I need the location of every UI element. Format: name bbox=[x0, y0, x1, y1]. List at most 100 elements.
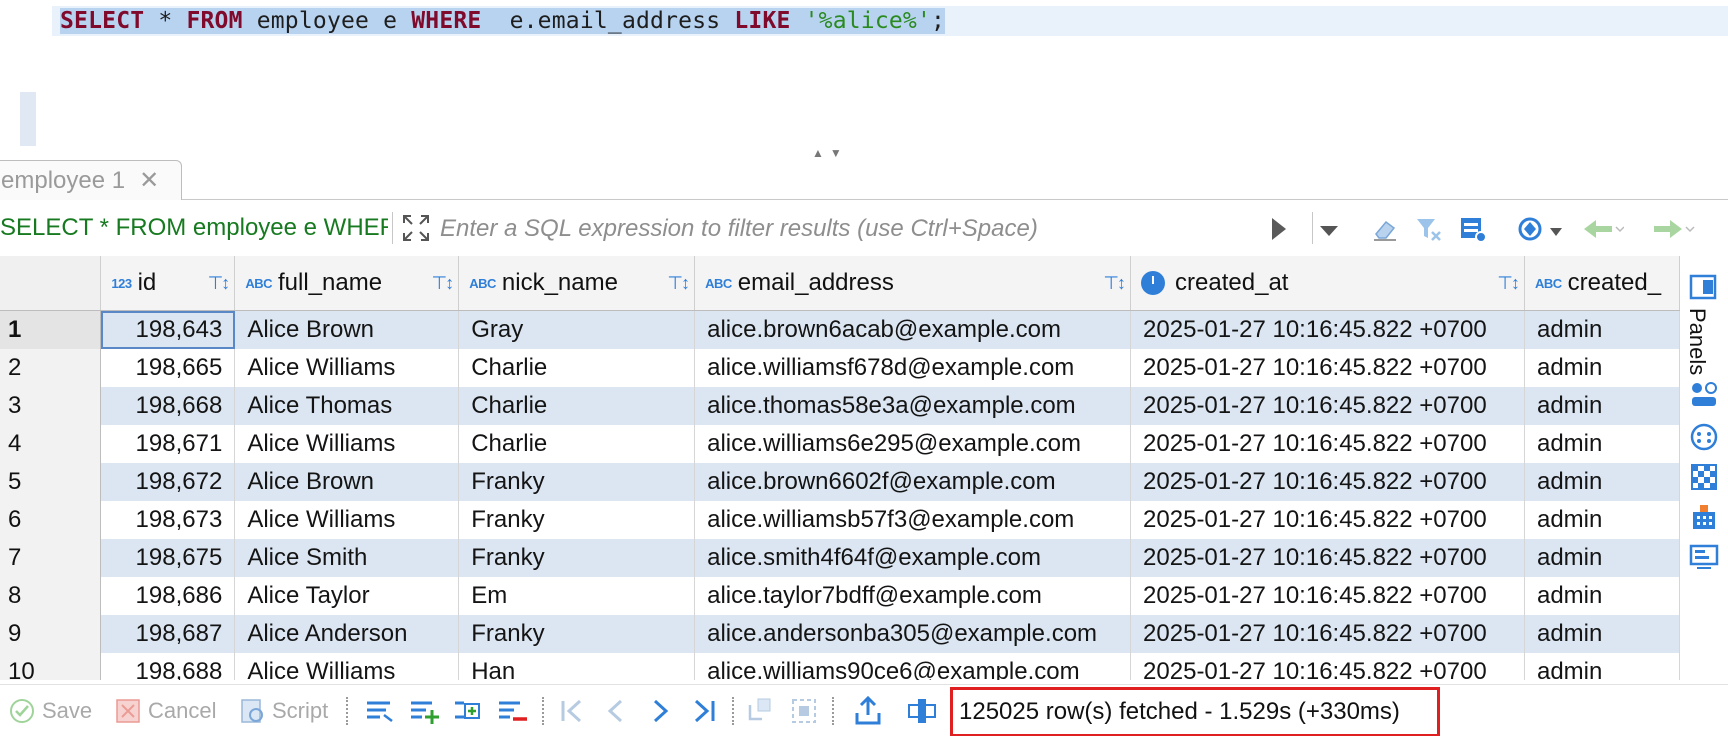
cell-nick-name[interactable]: Franky bbox=[458, 500, 696, 539]
cell-created-by[interactable]: admin bbox=[1524, 386, 1680, 425]
cell-created-at[interactable]: 2025-01-27 10:16:45.822 +0700 bbox=[1130, 576, 1525, 615]
cell-created-by[interactable]: admin bbox=[1524, 652, 1680, 680]
filter-sort-icon[interactable]: ⊤↕ bbox=[1497, 273, 1520, 294]
cell-nick-name[interactable]: Charlie bbox=[458, 386, 696, 425]
cell-id[interactable]: 198,671 bbox=[100, 424, 236, 463]
row-number-cell[interactable]: 4 bbox=[0, 424, 102, 463]
column-header-nick-name[interactable]: ABC nick_name ⊤↕ bbox=[458, 256, 696, 311]
back-arrow-icon[interactable] bbox=[1582, 214, 1624, 244]
refresh-icon[interactable] bbox=[1516, 214, 1546, 244]
filter-clear-icon[interactable] bbox=[1414, 214, 1444, 244]
cell-created-at[interactable]: 2025-01-27 10:16:45.822 +0700 bbox=[1130, 538, 1525, 577]
table-row[interactable]: 7 198,675 Alice Smith Franky alice.smith4f64… bbox=[0, 538, 1680, 577]
cell-nick-name[interactable]: Franky bbox=[458, 538, 696, 577]
table-row[interactable]: 5 198,672 Alice Brown Franky alice.brown6602… bbox=[0, 462, 1680, 501]
cell-created-at[interactable]: 2025-01-27 10:16:45.822 +0700 bbox=[1130, 462, 1525, 501]
cell-created-by[interactable]: admin bbox=[1524, 538, 1680, 577]
add-row-icon[interactable] bbox=[408, 695, 440, 727]
cell-full-name[interactable]: Alice Taylor bbox=[234, 576, 460, 615]
filter-settings-icon[interactable] bbox=[1458, 214, 1488, 244]
first-page-icon[interactable] bbox=[556, 695, 588, 727]
cell-email-address[interactable]: alice.smith4f64f@example.com bbox=[694, 538, 1132, 577]
cell-created-by[interactable]: admin bbox=[1524, 424, 1680, 463]
row-number-cell[interactable]: 1 bbox=[0, 310, 102, 349]
cell-full-name[interactable]: Alice Smith bbox=[234, 538, 460, 577]
table-row[interactable]: 1 198,643 Alice Brown Gray alice.brown6acab@… bbox=[0, 310, 1680, 349]
delete-row-icon[interactable] bbox=[496, 695, 528, 727]
cell-created-at[interactable]: 2025-01-27 10:16:45.822 +0700 bbox=[1130, 386, 1525, 425]
cell-full-name[interactable]: Alice Anderson bbox=[234, 614, 460, 653]
table-row[interactable]: 6 198,673 Alice Williams Franky alice.willia… bbox=[0, 500, 1680, 539]
cell-id[interactable]: 198,688 bbox=[100, 652, 236, 680]
table-row[interactable]: 4 198,671 Alice Williams Charlie alice.willi… bbox=[0, 424, 1680, 463]
row-number-cell[interactable]: 10 bbox=[0, 652, 102, 680]
sql-statement[interactable]: SELECT * FROM employee e WHERE e.email_a… bbox=[60, 8, 946, 34]
cancel-button[interactable]: Cancel bbox=[114, 697, 216, 725]
column-header-email-address[interactable]: ABC email_address ⊤↕ bbox=[694, 256, 1132, 311]
row-number-cell[interactable]: 9 bbox=[0, 614, 102, 653]
cell-email-address[interactable]: alice.brown6acab@example.com bbox=[694, 310, 1132, 349]
cell-full-name[interactable]: Alice Brown bbox=[234, 310, 460, 349]
cell-full-name[interactable]: Alice Thomas bbox=[234, 386, 460, 425]
last-page-icon[interactable] bbox=[688, 695, 720, 727]
results-grid[interactable]: 123 id ⊤↕ ABC full_name ⊤↕ ABC nick_name ⊤↕ AB… bbox=[0, 256, 1680, 680]
sql-editor[interactable]: SELECT * FROM employee e WHERE e.email_a… bbox=[0, 0, 1728, 160]
cell-id[interactable]: 198,673 bbox=[100, 500, 236, 539]
cell-full-name[interactable]: Alice Williams bbox=[234, 424, 460, 463]
format-left-icon[interactable] bbox=[364, 695, 396, 727]
table-row[interactable]: 8 198,686 Alice Taylor Em alice.taylor7bdff@… bbox=[0, 576, 1680, 615]
panel-layout-icon[interactable] bbox=[906, 695, 938, 727]
export-icon[interactable] bbox=[852, 695, 884, 727]
row-number-cell[interactable]: 5 bbox=[0, 462, 102, 501]
apply-filter-icon[interactable] bbox=[1272, 218, 1286, 240]
cell-email-address[interactable]: alice.williams90ce6@example.com bbox=[694, 652, 1132, 680]
table-row[interactable]: 3 198,668 Alice Thomas Charlie alice.thomas5… bbox=[0, 386, 1680, 425]
cell-nick-name[interactable]: Charlie bbox=[458, 348, 696, 387]
row-number-cell[interactable]: 8 bbox=[0, 576, 102, 615]
filter-history-dropdown-icon[interactable] bbox=[1320, 226, 1338, 236]
cell-email-address[interactable]: alice.williamsb57f3@example.com bbox=[694, 500, 1132, 539]
filter-sort-icon[interactable]: ⊤↕ bbox=[432, 273, 455, 294]
table-row[interactable]: 10 198,688 Alice Williams Han alice.williams… bbox=[0, 652, 1680, 680]
checker-grid-icon[interactable] bbox=[1689, 462, 1719, 492]
panels-icon[interactable] bbox=[1689, 272, 1719, 302]
filter-expression-input[interactable]: Enter a SQL expression to filter results… bbox=[440, 212, 1260, 246]
cell-nick-name[interactable]: Gray bbox=[458, 310, 696, 349]
cell-created-at[interactable]: 2025-01-27 10:16:45.822 +0700 bbox=[1130, 424, 1525, 463]
cell-id[interactable]: 198,668 bbox=[100, 386, 236, 425]
eraser-icon[interactable] bbox=[1370, 214, 1400, 244]
cell-email-address[interactable]: alice.brown6602f@example.com bbox=[694, 462, 1132, 501]
calculator-icon[interactable] bbox=[1689, 422, 1719, 452]
presentation-icon[interactable] bbox=[1689, 542, 1719, 572]
cell-nick-name[interactable]: Han bbox=[458, 652, 696, 680]
close-icon[interactable]: ✕ bbox=[139, 168, 159, 193]
cell-email-address[interactable]: alice.williamsf678d@example.com bbox=[694, 348, 1132, 387]
cell-full-name[interactable]: Alice Williams bbox=[234, 348, 460, 387]
previous-page-icon[interactable] bbox=[600, 695, 632, 727]
fetch-all-icon[interactable] bbox=[788, 695, 820, 727]
cell-email-address[interactable]: alice.andersonba305@example.com bbox=[694, 614, 1132, 653]
cell-id[interactable]: 198,672 bbox=[100, 462, 236, 501]
row-number-cell[interactable]: 3 bbox=[0, 386, 102, 425]
cell-created-at[interactable]: 2025-01-27 10:16:45.822 +0700 bbox=[1130, 348, 1525, 387]
column-header-created-at[interactable]: created_at ⊤↕ bbox=[1130, 256, 1525, 311]
expand-icon[interactable] bbox=[400, 212, 432, 244]
row-number-cell[interactable]: 6 bbox=[0, 500, 102, 539]
cell-created-by[interactable]: admin bbox=[1524, 576, 1680, 615]
cell-created-by[interactable]: admin bbox=[1524, 614, 1680, 653]
cell-created-at[interactable]: 2025-01-27 10:16:45.822 +0700 bbox=[1130, 500, 1525, 539]
cell-nick-name[interactable]: Franky bbox=[458, 614, 696, 653]
cell-created-at[interactable]: 2025-01-27 10:16:45.822 +0700 bbox=[1130, 652, 1525, 680]
panels-tab[interactable]: Panels bbox=[1680, 308, 1716, 388]
cell-id[interactable]: 198,643 bbox=[100, 310, 236, 349]
cell-id[interactable]: 198,686 bbox=[100, 576, 236, 615]
cell-id[interactable]: 198,675 bbox=[100, 538, 236, 577]
cell-created-at[interactable]: 2025-01-27 10:16:45.822 +0700 bbox=[1130, 614, 1525, 653]
row-number-cell[interactable]: 7 bbox=[0, 538, 102, 577]
cell-created-by[interactable]: admin bbox=[1524, 348, 1680, 387]
table-row[interactable]: 2 198,665 Alice Williams Charlie alice.willi… bbox=[0, 348, 1680, 387]
save-button[interactable]: Save bbox=[8, 697, 92, 725]
forward-arrow-icon[interactable] bbox=[1650, 214, 1696, 244]
cell-id[interactable]: 198,687 bbox=[100, 614, 236, 653]
splitter-toggle-icon[interactable]: ▲▼ bbox=[812, 146, 848, 160]
